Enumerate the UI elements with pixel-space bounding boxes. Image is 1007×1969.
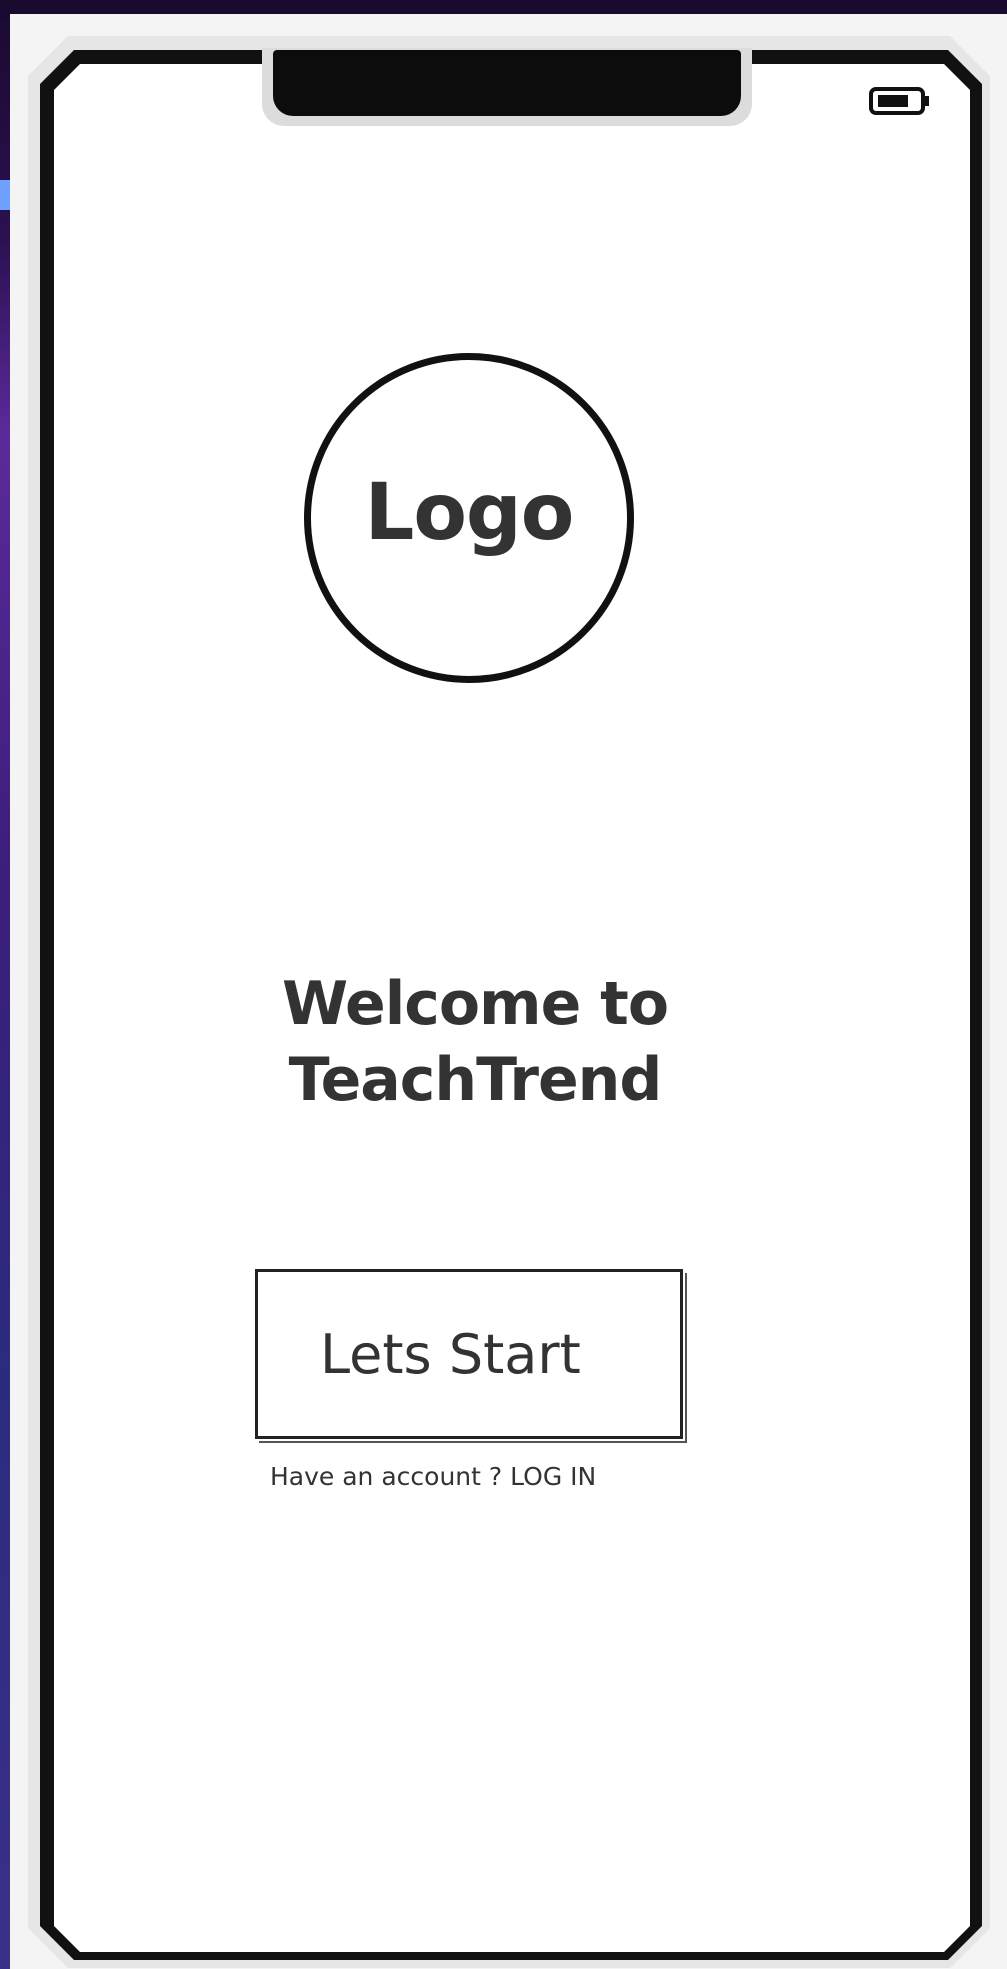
phone-notch [273, 50, 741, 116]
welcome-line-1: Welcome to [281, 969, 669, 1039]
logo-text: Logo [364, 468, 575, 558]
welcome-line-2: TeachTrend [288, 1045, 663, 1115]
logo-placeholder: Logo [304, 353, 634, 683]
lets-start-button[interactable]: Lets Start [255, 1269, 683, 1439]
lets-start-label: Lets Start [320, 1322, 581, 1386]
welcome-heading: Welcome to TeachTrend [210, 966, 740, 1118]
wireframe-canvas: Logo Welcome to TeachTrend Lets Start Ha… [10, 14, 1007, 1969]
login-link[interactable]: Have an account ? LOG IN [270, 1462, 596, 1491]
battery-icon [869, 87, 929, 115]
